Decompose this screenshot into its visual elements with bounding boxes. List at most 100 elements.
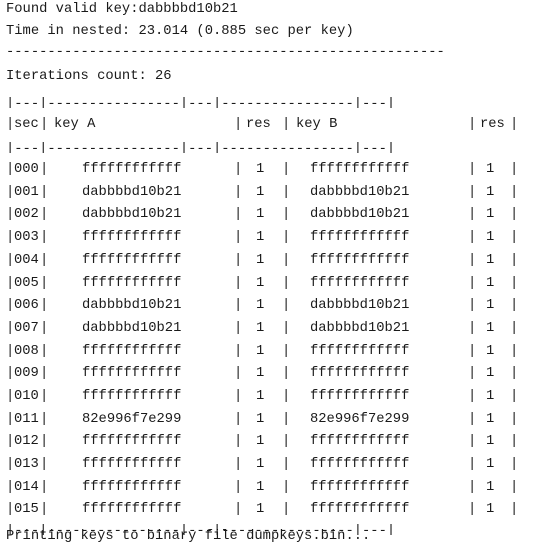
- column-divider: |: [510, 298, 519, 314]
- header-res-b: res: [480, 116, 505, 132]
- column-divider: |: [282, 366, 291, 382]
- column-divider: |: [510, 207, 519, 223]
- table-header-border: |---|----------------|---|--------------…: [6, 135, 518, 158]
- table-border-text: |---|----------------|---|--------------…: [6, 142, 396, 154]
- table-row: | 012 | ffffffffffff | 1 | ffffffffffff | 1 |: [6, 430, 518, 453]
- column-divider: |: [40, 411, 49, 427]
- key-b-cell: 82e996f7e299: [310, 411, 410, 427]
- key-b-cell: ffffffffffff: [310, 479, 410, 495]
- column-divider: |: [282, 502, 291, 518]
- table-row: | 005 | ffffffffffff | 1 | ffffffffffff | 1 |: [6, 272, 518, 295]
- res-a-cell: 1: [256, 434, 265, 450]
- column-divider: |: [282, 252, 291, 268]
- table-row: | 008 | ffffffffffff | 1 | ffffffffffff | 1 |: [6, 340, 518, 363]
- column-divider: |: [40, 457, 49, 472]
- printing-keys-line: Printing keys to binary file dumpkeys.bi…: [6, 529, 371, 544]
- table-row: | 015 | ffffffffffff | 1 | ffffffffffff | 1 |: [6, 498, 518, 521]
- res-a-cell: 1: [256, 230, 265, 246]
- column-divider: |: [468, 116, 477, 132]
- key-b-cell: ffffffffffff: [310, 162, 410, 178]
- column-divider: |: [234, 388, 243, 404]
- table-row: | 007 | dabbbbd10b21 | 1 | dabbbbd10b21 | 1 |: [6, 317, 518, 340]
- column-divider: |: [468, 320, 477, 336]
- column-divider: |: [468, 252, 477, 268]
- sector-cell: 011: [14, 411, 39, 427]
- sector-cell: 012: [14, 434, 39, 450]
- column-divider: |: [282, 457, 291, 472]
- column-divider: |: [282, 275, 291, 291]
- sector-cell: 008: [14, 343, 39, 359]
- table-row: | 002 | dabbbbd10b21 | 1 | dabbbbd10b21 | 1 |: [6, 203, 518, 226]
- column-divider: |: [468, 502, 477, 518]
- column-divider: |: [468, 184, 477, 200]
- key-a-cell: dabbbbd10b21: [82, 184, 182, 200]
- column-divider: |: [282, 388, 291, 404]
- key-a-cell: ffffffffffff: [82, 457, 182, 472]
- key-b-cell: ffffffffffff: [310, 457, 410, 472]
- sector-cell: 000: [14, 162, 39, 178]
- column-divider: |: [282, 320, 291, 336]
- table-row: | 009 | ffffffffffff | 1 | ffffffffffff | 1 |: [6, 362, 518, 385]
- res-b-cell: 1: [486, 343, 495, 359]
- res-b-cell: 1: [486, 411, 495, 427]
- column-divider: |: [510, 457, 519, 472]
- column-divider: |: [468, 162, 477, 178]
- key-b-cell: ffffffffffff: [310, 275, 410, 291]
- res-a-cell: 1: [256, 207, 265, 223]
- sector-cell: 001: [14, 184, 39, 200]
- column-divider: |: [282, 479, 291, 495]
- column-divider: |: [468, 411, 477, 427]
- table-row: | 014 | ffffffffffff | 1 | ffffffffffff | 1 |: [6, 476, 518, 499]
- res-a-cell: 1: [256, 502, 265, 518]
- res-b-cell: 1: [486, 184, 495, 200]
- column-divider: |: [510, 275, 519, 291]
- column-divider: |: [282, 298, 291, 314]
- table-row: | 000 | ffffffffffff | 1 | ffffffffffff | 1 |: [6, 158, 518, 181]
- column-divider: |: [40, 320, 49, 336]
- key-a-cell: dabbbbd10b21: [82, 320, 182, 336]
- column-divider: |: [234, 252, 243, 268]
- key-a-cell: ffffffffffff: [82, 275, 182, 291]
- column-divider: |: [234, 116, 243, 132]
- res-a-cell: 1: [256, 457, 265, 472]
- key-b-cell: ffffffffffff: [310, 230, 410, 246]
- header-res-a: res: [246, 116, 271, 132]
- column-divider: |: [40, 388, 49, 404]
- sector-cell: 015: [14, 502, 39, 518]
- key-b-cell: dabbbbd10b21: [310, 184, 410, 200]
- table-row: | 003 | ffffffffffff | 1 | ffffffffffff | 1 |: [6, 226, 518, 249]
- column-divider: |: [40, 298, 49, 314]
- res-a-cell: 1: [256, 184, 265, 200]
- table-row: | 010 | ffffffffffff | 1 | ffffffffffff | 1 |: [6, 385, 518, 408]
- column-divider: |: [510, 320, 519, 336]
- res-a-cell: 1: [256, 320, 265, 336]
- column-divider: |: [468, 343, 477, 359]
- key-a-cell: ffffffffffff: [82, 230, 182, 246]
- key-b-cell: dabbbbd10b21: [310, 320, 410, 336]
- table-row: | 013 | ffffffffffff | 1 | ffffffffffff | 1 |: [6, 453, 518, 476]
- key-b-cell: dabbbbd10b21: [310, 207, 410, 223]
- column-divider: |: [40, 184, 49, 200]
- column-divider: |: [510, 162, 519, 178]
- column-divider: |: [468, 388, 477, 404]
- column-divider: |: [234, 479, 243, 495]
- sector-cell: 014: [14, 479, 39, 495]
- column-divider: |: [40, 502, 49, 518]
- column-divider: |: [40, 207, 49, 223]
- column-divider: |: [234, 298, 243, 314]
- res-a-cell: 1: [256, 343, 265, 359]
- column-divider: |: [234, 366, 243, 382]
- res-a-cell: 1: [256, 275, 265, 291]
- res-b-cell: 1: [486, 298, 495, 314]
- sector-cell: 013: [14, 457, 39, 472]
- key-a-cell: ffffffffffff: [82, 479, 182, 495]
- column-divider: |: [510, 434, 519, 450]
- column-divider: |: [282, 207, 291, 223]
- res-b-cell: 1: [486, 320, 495, 336]
- column-divider: |: [468, 479, 477, 495]
- key-a-cell: ffffffffffff: [82, 502, 182, 518]
- table-border-text: |---|----------------|---|--------------…: [6, 97, 396, 108]
- table-header-row: | sec | key A | res | key B | res |: [6, 113, 518, 136]
- res-a-cell: 1: [256, 479, 265, 495]
- res-b-cell: 1: [486, 207, 495, 223]
